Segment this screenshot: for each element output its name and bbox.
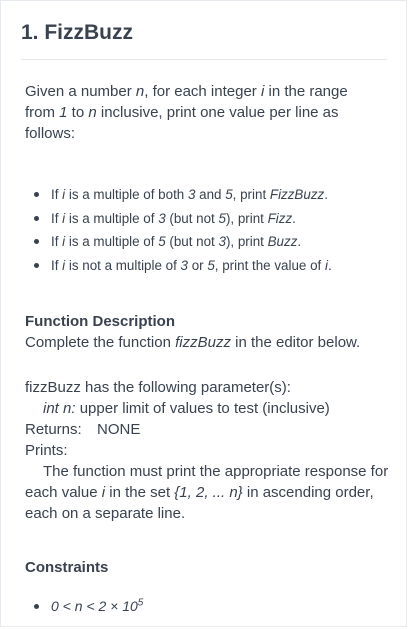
prints-description: The function must print the appropriate …	[25, 463, 389, 522]
intro-text: , for each integer	[144, 83, 261, 100]
intro-paragraph: Given a number n, for each integer i in …	[25, 81, 375, 144]
function-description-text: Complete the function fizzBuzz in the ed…	[25, 334, 361, 351]
constraint-exponent: 5	[137, 597, 144, 609]
returns-label: Returns:	[25, 421, 82, 438]
title-divider	[21, 59, 387, 60]
parameters-section: fizzBuzz has the following parameter(s):…	[25, 377, 395, 524]
rule-item: If i is a multiple of 3 (but not 5), pri…	[25, 207, 385, 231]
function-name: fizzBuzz	[175, 334, 231, 351]
param-desc: upper limit of values to test (inclusive…	[75, 400, 330, 417]
constraints-heading: Constraints	[25, 559, 109, 576]
problem-statement-panel: 1. FizzBuzz Given a number n, for each i…	[0, 0, 407, 627]
constraint-text: 0 < n < 2 × 10	[51, 598, 138, 614]
function-description: Function Description Complete the functi…	[25, 311, 385, 353]
prints-label: Prints:	[25, 442, 68, 459]
parameters-intro: fizzBuzz has the following parameter(s):	[25, 379, 291, 396]
var-n: n	[135, 83, 145, 100]
value-one: 1	[59, 104, 68, 121]
param-type: int n:	[43, 400, 76, 417]
var-n: n	[88, 104, 97, 121]
rule-item: If i is a multiple of 5 (but not 3), pri…	[25, 230, 385, 254]
intro-text: to	[67, 104, 89, 121]
problem-intro: Given a number n, for each integer i in …	[25, 81, 375, 144]
intro-text: Given a number	[25, 83, 136, 100]
returns-line: Returns: NONE	[25, 419, 395, 440]
constraint-item: 0 < n < 2 × 105	[25, 595, 143, 617]
rules-list: If i is a multiple of both 3 and 5, prin…	[25, 183, 385, 277]
problem-title: 1. FizzBuzz	[21, 21, 134, 44]
rule-item: If i is not a multiple of 3 or 5, print …	[25, 254, 385, 278]
returns-value: NONE	[97, 421, 141, 438]
rule-item: If i is a multiple of both 3 and 5, prin…	[25, 183, 385, 207]
parameter-n: int n: upper limit of values to test (in…	[25, 398, 395, 419]
function-description-heading: Function Description	[25, 313, 175, 330]
